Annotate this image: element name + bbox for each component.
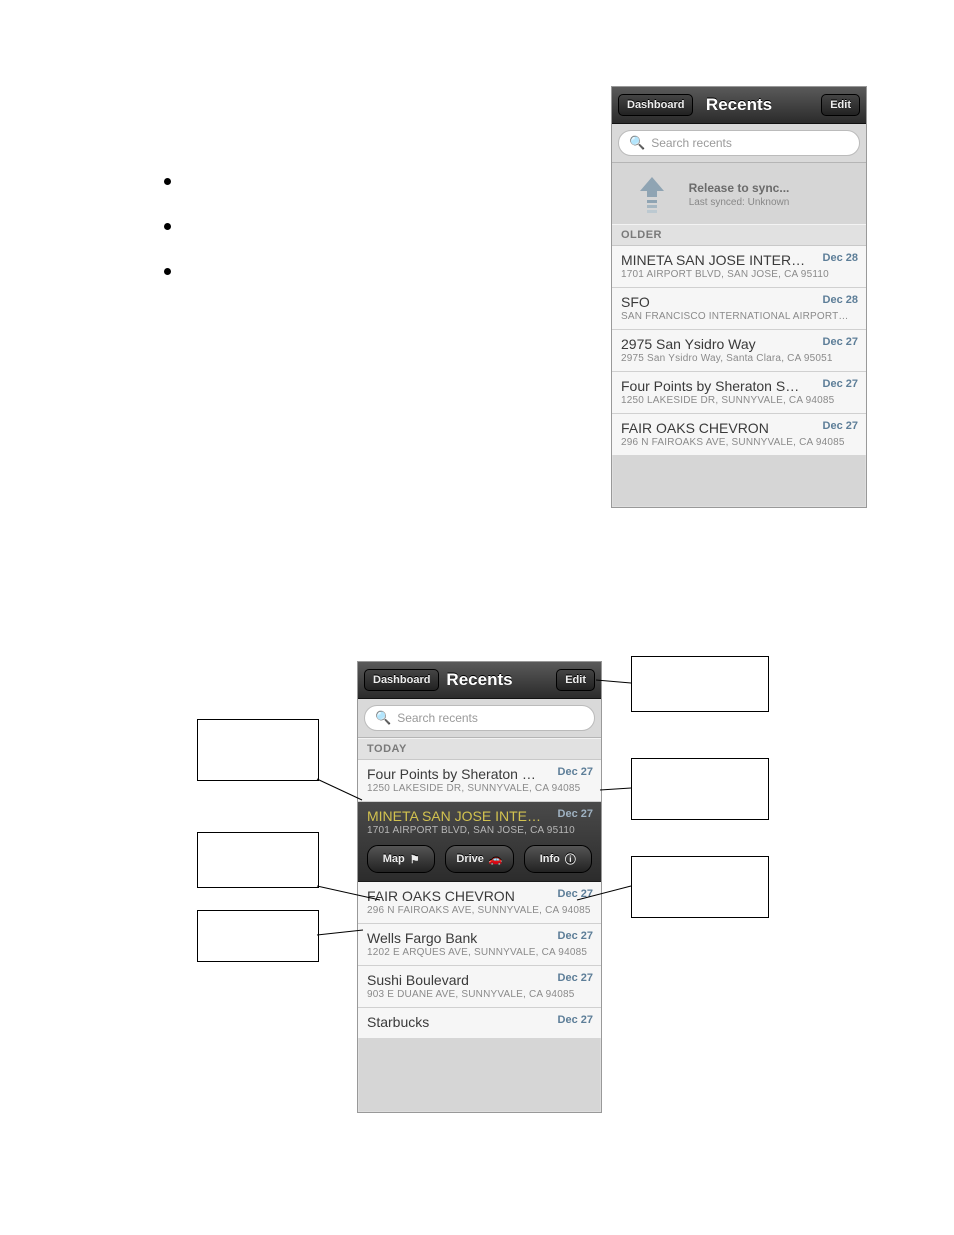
list-item[interactable]: FAIR OAKS CHEVRON 296 N FAIROAKS AVE, SU… [358, 882, 601, 924]
list-item[interactable]: SFO SAN FRANCISCO INTERNATIONAL AIRPORT…… [612, 288, 866, 330]
bullet-item [164, 223, 171, 230]
map-button[interactable]: Map ⚑ [367, 845, 435, 873]
list-item[interactable]: MINETA SAN JOSE INTER… 1701 AIRPORT BLVD… [612, 246, 866, 288]
info-button[interactable]: Info ⓘ [524, 845, 592, 873]
search-placeholder: Search recents [651, 136, 732, 150]
list-item[interactable]: Four Points by Sheraton S… 1250 LAKESIDE… [612, 372, 866, 414]
row-date: Dec 27 [558, 972, 593, 984]
row-subtitle: 1202 E ARQUES AVE, SUNNYVALE, CA 94085 [367, 947, 592, 958]
callout-box [631, 856, 769, 918]
row-subtitle: 1701 AIRPORT BLVD, SAN JOSE, CA 95110 [367, 825, 592, 836]
sync-panel: Release to sync... Last synced: Unknown [612, 163, 866, 224]
row-date: Dec 27 [558, 888, 593, 900]
search-placeholder: Search recents [397, 711, 478, 725]
info-label: Info [540, 853, 560, 865]
search-bar: 🔍 Search recents [612, 124, 866, 163]
callout-box [197, 832, 319, 888]
list-item[interactable]: Wells Fargo Bank 1202 E ARQUES AVE, SUNN… [358, 924, 601, 966]
map-label: Map [383, 853, 405, 865]
drive-button[interactable]: Drive 🚗 [445, 845, 513, 873]
search-input[interactable]: 🔍 Search recents [364, 705, 595, 731]
row-subtitle: 1250 LAKESIDE DR, SUNNYVALE, CA 94085 [367, 783, 592, 794]
callout-box [631, 656, 769, 712]
row-date: Dec 28 [823, 252, 858, 264]
info-icon: ⓘ [565, 851, 576, 867]
row-subtitle: 296 N FAIROAKS AVE, SUNNYVALE, CA 94085 [367, 905, 592, 916]
list-item-selected[interactable]: MINETA SAN JOSE INTER… 1701 AIRPORT BLVD… [358, 802, 601, 882]
search-bar: 🔍 Search recents [358, 699, 601, 738]
list-item[interactable]: FAIR OAKS CHEVRON 296 N FAIROAKS AVE, SU… [612, 414, 866, 455]
phone-screenshot-2: Dashboard Recents Edit 🔍 Search recents … [357, 661, 602, 1113]
row-date: Dec 27 [823, 336, 858, 348]
row-date: Dec 27 [558, 930, 593, 942]
phone-screenshot-1: Dashboard Recents Edit 🔍 Search recents … [611, 86, 867, 508]
search-icon: 🔍 [629, 135, 645, 151]
section-header: TODAY [358, 738, 601, 760]
callout-box [631, 758, 769, 820]
drive-label: Drive [456, 853, 484, 865]
row-subtitle: 296 N FAIROAKS AVE, SUNNYVALE, CA 94085 [621, 437, 857, 448]
list-item[interactable]: Starbucks Dec 27 [358, 1008, 601, 1038]
search-input[interactable]: 🔍 Search recents [618, 130, 860, 156]
row-date: Dec 28 [823, 294, 858, 306]
row-subtitle: 2975 San Ysidro Way, Santa Clara, CA 950… [621, 353, 857, 364]
list-item[interactable]: Four Points by Sheraton S… 1250 LAKESIDE… [358, 760, 601, 802]
row-subtitle: 1250 LAKESIDE DR, SUNNYVALE, CA 94085 [621, 395, 857, 406]
row-date: Dec 27 [558, 766, 593, 778]
navbar: Dashboard Recents Edit [612, 87, 866, 124]
row-subtitle: 903 E DUANE AVE, SUNNYVALE, CA 94085 [367, 989, 592, 1000]
search-icon: 🔍 [375, 710, 391, 726]
row-date: Dec 27 [558, 1014, 593, 1026]
pin-icon: ⚑ [410, 853, 420, 866]
action-bar: Map ⚑ Drive 🚗 Info ⓘ [367, 845, 592, 873]
car-icon: 🚗 [489, 853, 503, 866]
callout-box [197, 910, 319, 962]
text-bullets [164, 178, 171, 313]
row-date: Dec 27 [823, 420, 858, 432]
navbar: Dashboard Recents Edit [358, 662, 601, 699]
row-date: Dec 27 [558, 808, 593, 820]
list-item[interactable]: Sushi Boulevard 903 E DUANE AVE, SUNNYVA… [358, 966, 601, 1008]
back-button[interactable]: Dashboard [618, 94, 693, 116]
edit-button[interactable]: Edit [821, 94, 860, 116]
bullet-item [164, 178, 171, 185]
back-button[interactable]: Dashboard [364, 669, 439, 691]
row-date: Dec 27 [823, 378, 858, 390]
up-arrow-icon [640, 177, 664, 215]
edit-button[interactable]: Edit [556, 669, 595, 691]
list-item[interactable]: 2975 San Ysidro Way 2975 San Ysidro Way,… [612, 330, 866, 372]
bullet-item [164, 268, 171, 275]
section-header: OLDER [612, 224, 866, 246]
row-subtitle: 1701 AIRPORT BLVD, SAN JOSE, CA 95110 [621, 269, 857, 280]
callout-box [197, 719, 319, 781]
row-subtitle: SAN FRANCISCO INTERNATIONAL AIRPORT… [621, 311, 857, 322]
